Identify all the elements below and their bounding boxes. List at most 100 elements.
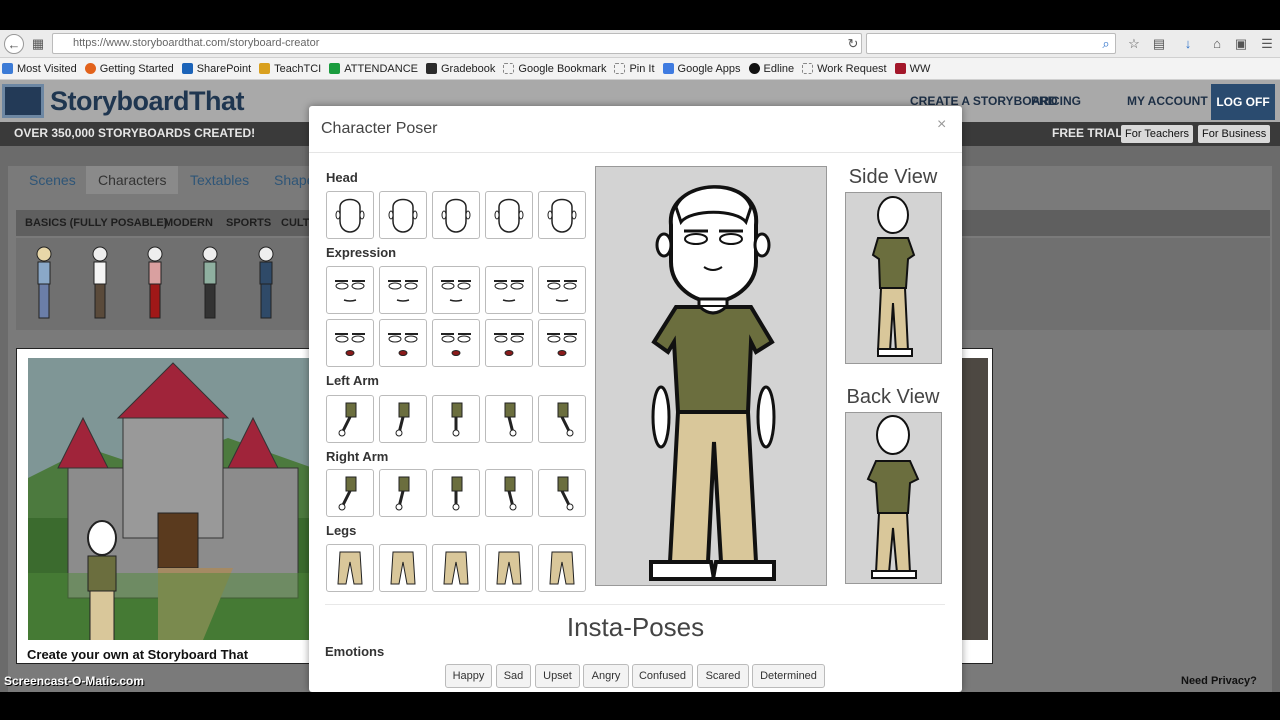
site-logo[interactable]: StoryboardThat [2,84,245,118]
legs-option[interactable] [538,544,586,592]
logoff-button[interactable]: LOG OFF [1211,84,1275,120]
head-option[interactable] [538,191,586,239]
tab-characters[interactable]: Characters [86,166,179,194]
tab-textables[interactable]: Textables [190,172,249,188]
sheet-icon [329,63,341,74]
bookmark-item[interactable]: Google Bookmark [503,63,606,75]
expression-option[interactable] [379,266,427,314]
right-arm-option[interactable] [432,469,480,517]
need-privacy-link[interactable]: Need Privacy? [1181,675,1257,687]
legs-option[interactable] [379,544,427,592]
character-thumbnail[interactable] [255,244,277,322]
sharepoint-icon [181,63,193,74]
legs-option[interactable] [485,544,533,592]
for-teachers-button[interactable]: For Teachers [1121,125,1193,143]
legs-option[interactable] [326,544,374,592]
menu-icon[interactable]: ▦ [28,34,48,54]
bookmark-star-icon[interactable]: ☆ [1126,36,1142,52]
bookmark-item[interactable]: Most Visited [2,63,77,75]
section-right-arm-label: Right Arm [326,449,389,464]
back-icon[interactable]: ← [4,34,24,54]
character-thumbnail[interactable] [199,244,221,322]
search-input[interactable] [866,33,1116,54]
castle-scene-image [28,358,313,640]
home-icon[interactable]: ⌂ [1209,36,1225,52]
head-option[interactable] [432,191,480,239]
close-icon[interactable]: × [937,116,946,134]
head-option[interactable] [379,191,427,239]
head-option[interactable] [326,191,374,239]
tab-scenes[interactable]: Scenes [29,172,76,188]
reload-icon[interactable]: ↻ [845,36,861,52]
right-arm-option[interactable] [485,469,533,517]
bookmark-item[interactable]: SharePoint [181,63,251,75]
left-arm-option[interactable] [326,395,374,443]
folder-icon [2,63,13,74]
head-option[interactable] [485,191,533,239]
emotion-button-happy[interactable]: Happy [445,664,492,688]
subtab-basics[interactable]: BASICS (FULLY POSABLE) [25,217,167,229]
emotion-button-determined[interactable]: Determined [752,664,825,688]
bookmark-item[interactable]: Work Request [802,63,887,75]
expression-option[interactable] [485,266,533,314]
right-arm-option[interactable] [379,469,427,517]
left-arm-option[interactable] [538,395,586,443]
emotion-button-sad[interactable]: Sad [496,664,531,688]
character-poser-modal: Character Poser × Head Expression Left A… [309,106,962,692]
page-icon [614,63,626,74]
emotion-button-upset[interactable]: Upset [535,664,580,688]
bookmark-item[interactable]: TeachTCI [259,63,321,75]
character-thumbnail[interactable] [89,244,111,322]
emotion-button-scared[interactable]: Scared [697,664,749,688]
nav-pricing[interactable]: PRICING [1031,94,1081,108]
bookmark-item[interactable]: Pin It [614,63,655,75]
left-arm-option[interactable] [379,395,427,443]
legs-option[interactable] [432,544,480,592]
character-preview [595,166,827,586]
character-thumbnail[interactable] [144,244,166,322]
bookmark-item[interactable]: Getting Started [84,63,174,75]
search-icon[interactable]: ⌕ [1098,36,1114,52]
free-trial-label: FREE TRIAL [1052,126,1123,140]
bookmark-item[interactable]: Google Apps [662,63,741,75]
nav-my-account[interactable]: MY ACCOUNT [1127,94,1208,108]
bookmark-item[interactable]: Gradebook [425,63,495,75]
expression-option[interactable] [432,266,480,314]
emotion-button-confused[interactable]: Confused [632,664,693,688]
bookmark-item[interactable]: ATTENDANCE [329,63,418,75]
download-icon[interactable]: ↓ [1180,36,1196,52]
reading-list-icon[interactable]: ▤ [1151,36,1167,52]
left-arm-option[interactable] [485,395,533,443]
storyboard-scene-2[interactable] [962,358,988,640]
tci-icon [259,63,271,74]
right-arm-option[interactable] [326,469,374,517]
scene-character[interactable] [72,518,132,640]
expression-option[interactable] [538,319,586,367]
left-arm-option[interactable] [432,395,480,443]
expression-option[interactable] [538,266,586,314]
right-arm-option[interactable] [538,469,586,517]
divider [325,604,945,605]
gradebook-icon [425,63,437,74]
firefox-icon [84,63,96,74]
subtab-modern[interactable]: MODERN [164,217,213,229]
subtab-sports[interactable]: SPORTS [226,217,271,229]
expression-option[interactable] [326,266,374,314]
expression-option[interactable] [379,319,427,367]
expression-option[interactable] [485,319,533,367]
side-view-character [871,196,916,357]
screenshot-icon[interactable]: ▣ [1233,36,1249,52]
character-thumbnail[interactable] [33,244,55,322]
expression-option[interactable] [326,319,374,367]
hamburger-menu-icon[interactable]: ☰ [1259,36,1275,52]
url-input[interactable]: https://www.storyboardthat.com/storyboar… [52,33,862,54]
for-business-button[interactable]: For Business [1198,125,1271,143]
expression-option[interactable] [432,319,480,367]
page-icon [802,63,814,74]
storyboard-scene[interactable] [28,358,313,640]
bookmark-item[interactable]: WW [894,63,930,75]
emotion-button-angry[interactable]: Angry [583,664,629,688]
bookmark-item[interactable]: Edline [748,63,794,75]
section-expression-label: Expression [326,245,397,260]
modal-title: Character Poser [321,120,438,137]
